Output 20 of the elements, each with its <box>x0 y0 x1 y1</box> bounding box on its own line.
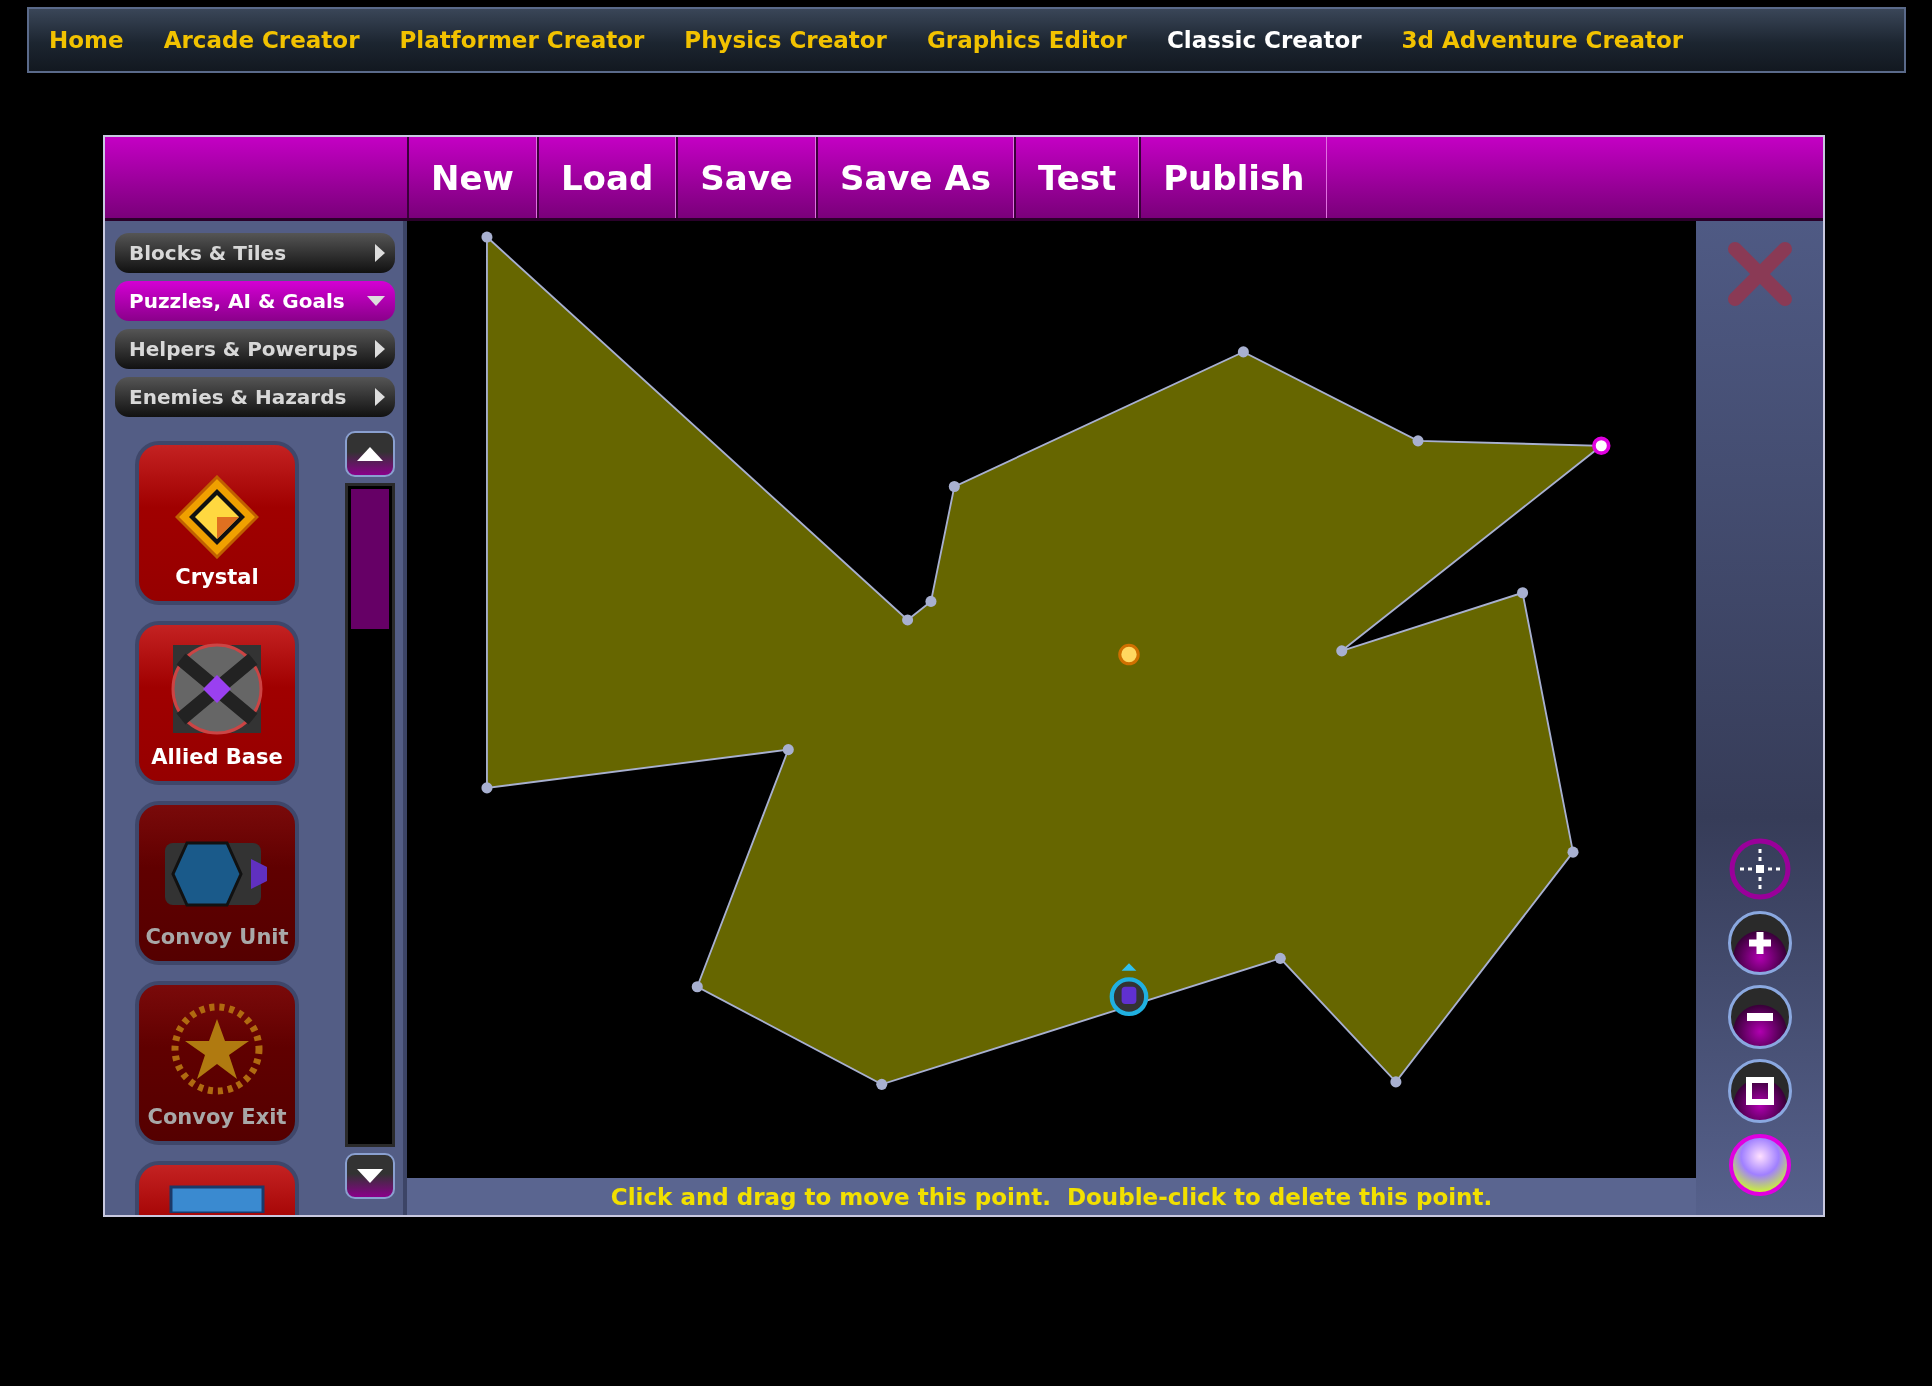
nav-link[interactable]: Platformer Creator <box>399 27 645 53</box>
status-text: Click and drag to move this point. Double-click to delete this point. <box>610 1183 1493 1210</box>
toolbar-button[interactable]: Save As <box>815 137 1014 218</box>
toolbar-button[interactable]: Publish <box>1139 137 1328 218</box>
toolbar-button[interactable]: Test <box>1013 137 1140 218</box>
category-button[interactable]: Helpers & Powerups <box>115 329 395 369</box>
nav-link[interactable]: Classic Creator <box>1166 27 1362 53</box>
toolbar-button[interactable]: Save <box>676 137 816 218</box>
nav-link[interactable]: Home <box>49 27 124 53</box>
nav-link[interactable]: Physics Creator <box>684 27 887 53</box>
category-button[interactable]: Puzzles, AI & Goals <box>115 281 395 321</box>
palette-tile[interactable]: Crystal <box>135 441 299 605</box>
palette-tile[interactable]: Allied Base <box>135 621 299 785</box>
nav-link[interactable]: Arcade Creator <box>163 27 360 53</box>
toolbar-button[interactable]: Load <box>536 137 677 218</box>
category-button[interactable]: Enemies & Hazards <box>115 377 395 417</box>
nav-link[interactable]: Graphics Editor <box>926 27 1127 53</box>
nav-link[interactable]: 3d Adventure Creator <box>1401 27 1684 53</box>
category-button[interactable]: Blocks & Tiles <box>115 233 395 273</box>
toolbar-button[interactable]: New <box>407 137 537 218</box>
